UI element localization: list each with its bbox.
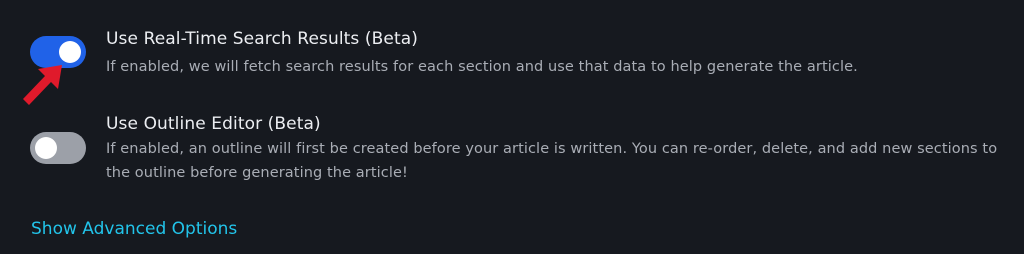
realtime-search-title: Use Real-Time Search Results (Beta) — [106, 29, 418, 49]
realtime-search-toggle[interactable] — [30, 36, 86, 68]
toggle-knob — [59, 41, 81, 63]
show-advanced-options-link[interactable]: Show Advanced Options — [31, 219, 237, 239]
outline-editor-toggle[interactable] — [30, 132, 86, 164]
setting-row-realtime-search: Use Real-Time Search Results (Beta) If e… — [0, 0, 1024, 100]
outline-editor-description: If enabled, an outline will first be cre… — [106, 141, 998, 181]
toggle-knob — [35, 137, 57, 159]
setting-row-outline-editor: Use Outline Editor (Beta) If enabled, an… — [0, 100, 1024, 200]
realtime-search-description: If enabled, we will fetch search results… — [106, 59, 858, 75]
outline-editor-title: Use Outline Editor (Beta) — [106, 114, 321, 134]
